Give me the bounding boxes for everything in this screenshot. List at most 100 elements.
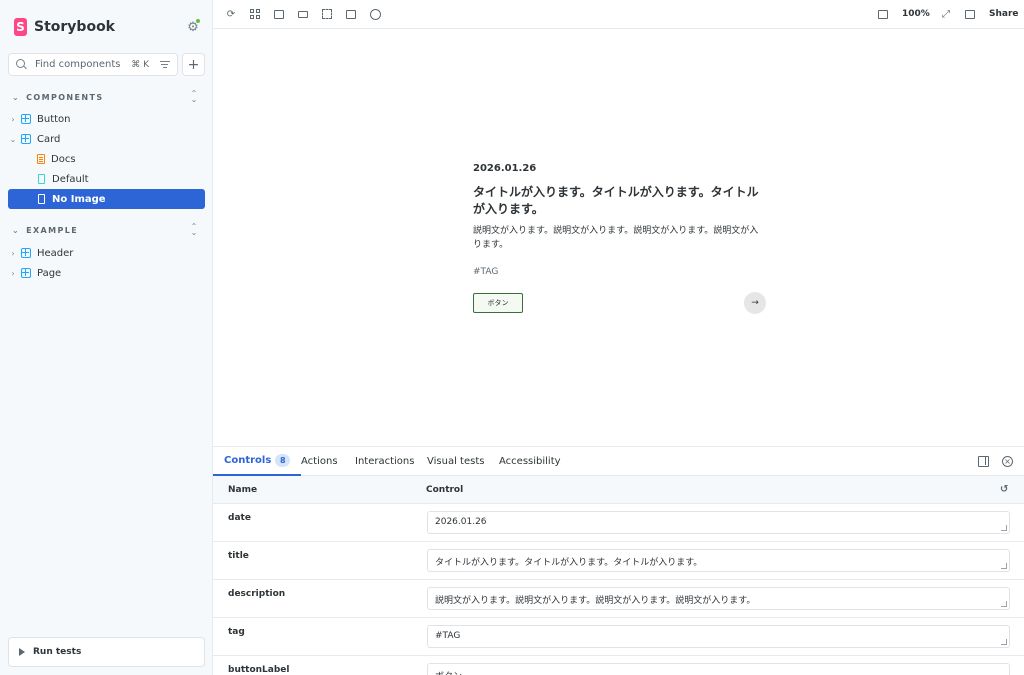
component-icon bbox=[21, 114, 31, 124]
panel-layout-icon[interactable] bbox=[964, 8, 976, 20]
background-image-icon[interactable] bbox=[273, 8, 285, 20]
chevron-right-icon: › bbox=[11, 114, 15, 124]
panel-orientation-icon[interactable] bbox=[978, 456, 989, 467]
tab-label: Accessibility bbox=[499, 456, 561, 467]
accessibility-icon[interactable] bbox=[369, 8, 381, 20]
component-icon bbox=[21, 134, 31, 144]
chevron-down-icon: ⌄ bbox=[12, 225, 21, 235]
bookmark-icon bbox=[38, 174, 45, 184]
run-tests-button[interactable]: Run tests bbox=[8, 637, 205, 667]
tab-accessibility[interactable]: Accessibility bbox=[499, 447, 561, 476]
outline-icon[interactable] bbox=[321, 8, 333, 20]
document-icon bbox=[37, 154, 45, 164]
reset-icon[interactable]: ↺ bbox=[1000, 484, 1008, 495]
sidebar-item-label: Button bbox=[37, 113, 71, 125]
card-tag: #TAG bbox=[473, 267, 499, 277]
sidebar-item-default[interactable]: Default bbox=[8, 169, 205, 189]
component-icon bbox=[21, 248, 31, 258]
tab-visual-tests[interactable]: Visual tests bbox=[427, 447, 484, 476]
toolbar: ⟳ 100% ⤢ Share bbox=[213, 0, 1024, 29]
sidebar-item-docs[interactable]: Docs bbox=[8, 149, 205, 169]
component-icon bbox=[21, 268, 31, 278]
share-button[interactable]: Share bbox=[989, 9, 1019, 19]
zoom-level[interactable]: 100% bbox=[902, 9, 930, 19]
table-row: tag #TAG bbox=[213, 618, 1024, 656]
description-field[interactable]: 説明文が入ります。説明文が入ります。説明文が入ります。説明文が入ります。 bbox=[427, 587, 1010, 610]
card-button[interactable]: ボタン bbox=[473, 293, 523, 313]
chevron-right-icon: › bbox=[11, 248, 15, 258]
status-dot bbox=[195, 18, 201, 24]
arrow-right-icon[interactable]: → bbox=[744, 292, 766, 314]
viewport-icon[interactable] bbox=[297, 8, 309, 20]
reload-icon[interactable]: ⟳ bbox=[225, 8, 237, 20]
sidebar-item-label: Card bbox=[37, 133, 61, 145]
sidebar-item-label: Docs bbox=[51, 153, 76, 165]
group-label: EXAMPLE bbox=[26, 225, 79, 235]
sidebar-item-label: No Image bbox=[52, 193, 106, 205]
story-preview: 2026.01.26 タイトルが入ります。タイトルが入ります。タイトルが入ります… bbox=[213, 29, 1024, 446]
search-input[interactable]: Find components bbox=[35, 59, 131, 70]
card-actions: ボタン → bbox=[473, 292, 766, 315]
search-box[interactable]: Find components ⌘ K bbox=[8, 53, 178, 76]
control-name: buttonLabel bbox=[228, 665, 290, 675]
group-label: COMPONENTS bbox=[26, 92, 104, 102]
tab-interactions[interactable]: Interactions bbox=[355, 447, 414, 476]
title-field[interactable]: タイトルが入ります。タイトルが入ります。タイトルが入ります。 bbox=[427, 549, 1010, 572]
fullscreen-icon[interactable]: ⤢ bbox=[940, 8, 952, 20]
sidebar-item-card[interactable]: ⌄ Card bbox=[8, 129, 205, 149]
tab-label: Controls bbox=[224, 455, 272, 466]
group-header-example[interactable]: ⌄ EXAMPLE bbox=[12, 223, 78, 237]
measure-icon[interactable] bbox=[345, 8, 357, 20]
close-icon[interactable]: × bbox=[1002, 456, 1013, 467]
brand[interactable]: S Storybook bbox=[14, 17, 115, 37]
tab-label: Actions bbox=[301, 456, 338, 467]
tab-actions[interactable]: Actions bbox=[301, 447, 338, 476]
tag-field[interactable]: #TAG bbox=[427, 625, 1010, 648]
grid-icon[interactable] bbox=[249, 8, 261, 20]
expand-collapse-icon[interactable]: ⌃ ⌄ bbox=[188, 223, 200, 237]
button-label-field[interactable]: ボタン bbox=[427, 663, 1010, 675]
play-icon bbox=[19, 648, 25, 656]
control-name: description bbox=[228, 589, 286, 599]
storybook-logo-icon: S bbox=[14, 18, 27, 36]
controls-table-header: Name Control ↺ bbox=[213, 476, 1024, 504]
search-icon bbox=[16, 59, 27, 70]
card-description: 説明文が入ります。説明文が入ります。説明文が入ります。説明文が入ります。 bbox=[473, 226, 759, 250]
card-title: タイトルが入ります。タイトルが入ります。タイトルが入ります。 bbox=[473, 185, 759, 216]
tab-controls[interactable]: Controls 8 bbox=[213, 447, 302, 476]
filter-icon[interactable] bbox=[159, 60, 170, 69]
table-row: description 説明文が入ります。説明文が入ります。説明文が入ります。説… bbox=[213, 580, 1024, 618]
sidebar-item-label: Header bbox=[37, 247, 74, 259]
sidebar-item-no-image[interactable]: No Image bbox=[8, 189, 205, 209]
column-header-control: Control bbox=[426, 485, 464, 495]
bookmark-icon bbox=[38, 194, 45, 204]
sidebar: S Storybook ⚙ Find components ⌘ K + ⌄ CO… bbox=[0, 0, 213, 675]
date-field[interactable]: 2026.01.26 bbox=[427, 511, 1010, 534]
sidebar-item-label: Default bbox=[52, 173, 89, 185]
tab-badge: 8 bbox=[275, 454, 291, 467]
column-header-name: Name bbox=[228, 485, 258, 495]
sidebar-item-label: Page bbox=[37, 267, 62, 279]
panel-tabs: Controls 8 Actions Interactions Visual t… bbox=[213, 447, 1024, 476]
add-button[interactable]: + bbox=[182, 53, 205, 76]
tab-label: Interactions bbox=[355, 456, 415, 467]
control-name: title bbox=[228, 551, 249, 561]
sidebar-item-header[interactable]: › Header bbox=[8, 243, 205, 263]
sidebar-item-page[interactable]: › Page bbox=[8, 263, 205, 283]
tab-label: Visual tests bbox=[427, 456, 485, 467]
open-new-tab-icon[interactable] bbox=[877, 8, 889, 20]
search-shortcut: ⌘ K bbox=[131, 59, 149, 70]
card-component: 2026.01.26 タイトルが入ります。タイトルが入ります。タイトルが入ります… bbox=[473, 163, 766, 315]
chevron-down-icon: ⌄ bbox=[12, 92, 21, 102]
table-row: buttonLabel ボタン bbox=[213, 656, 1024, 675]
addon-panel: Controls 8 Actions Interactions Visual t… bbox=[213, 446, 1024, 675]
group-header-components[interactable]: ⌄ COMPONENTS bbox=[12, 90, 103, 104]
chevron-right-icon: › bbox=[11, 268, 15, 278]
control-name: date bbox=[228, 513, 251, 523]
sidebar-item-button[interactable]: › Button bbox=[8, 109, 205, 129]
table-row: title タイトルが入ります。タイトルが入ります。タイトルが入ります。 bbox=[213, 542, 1024, 580]
control-name: tag bbox=[228, 627, 245, 637]
expand-collapse-icon[interactable]: ⌃ ⌄ bbox=[188, 90, 200, 104]
chevron-down-icon: ⌄ bbox=[9, 134, 17, 144]
table-row: date 2026.01.26 bbox=[213, 504, 1024, 542]
